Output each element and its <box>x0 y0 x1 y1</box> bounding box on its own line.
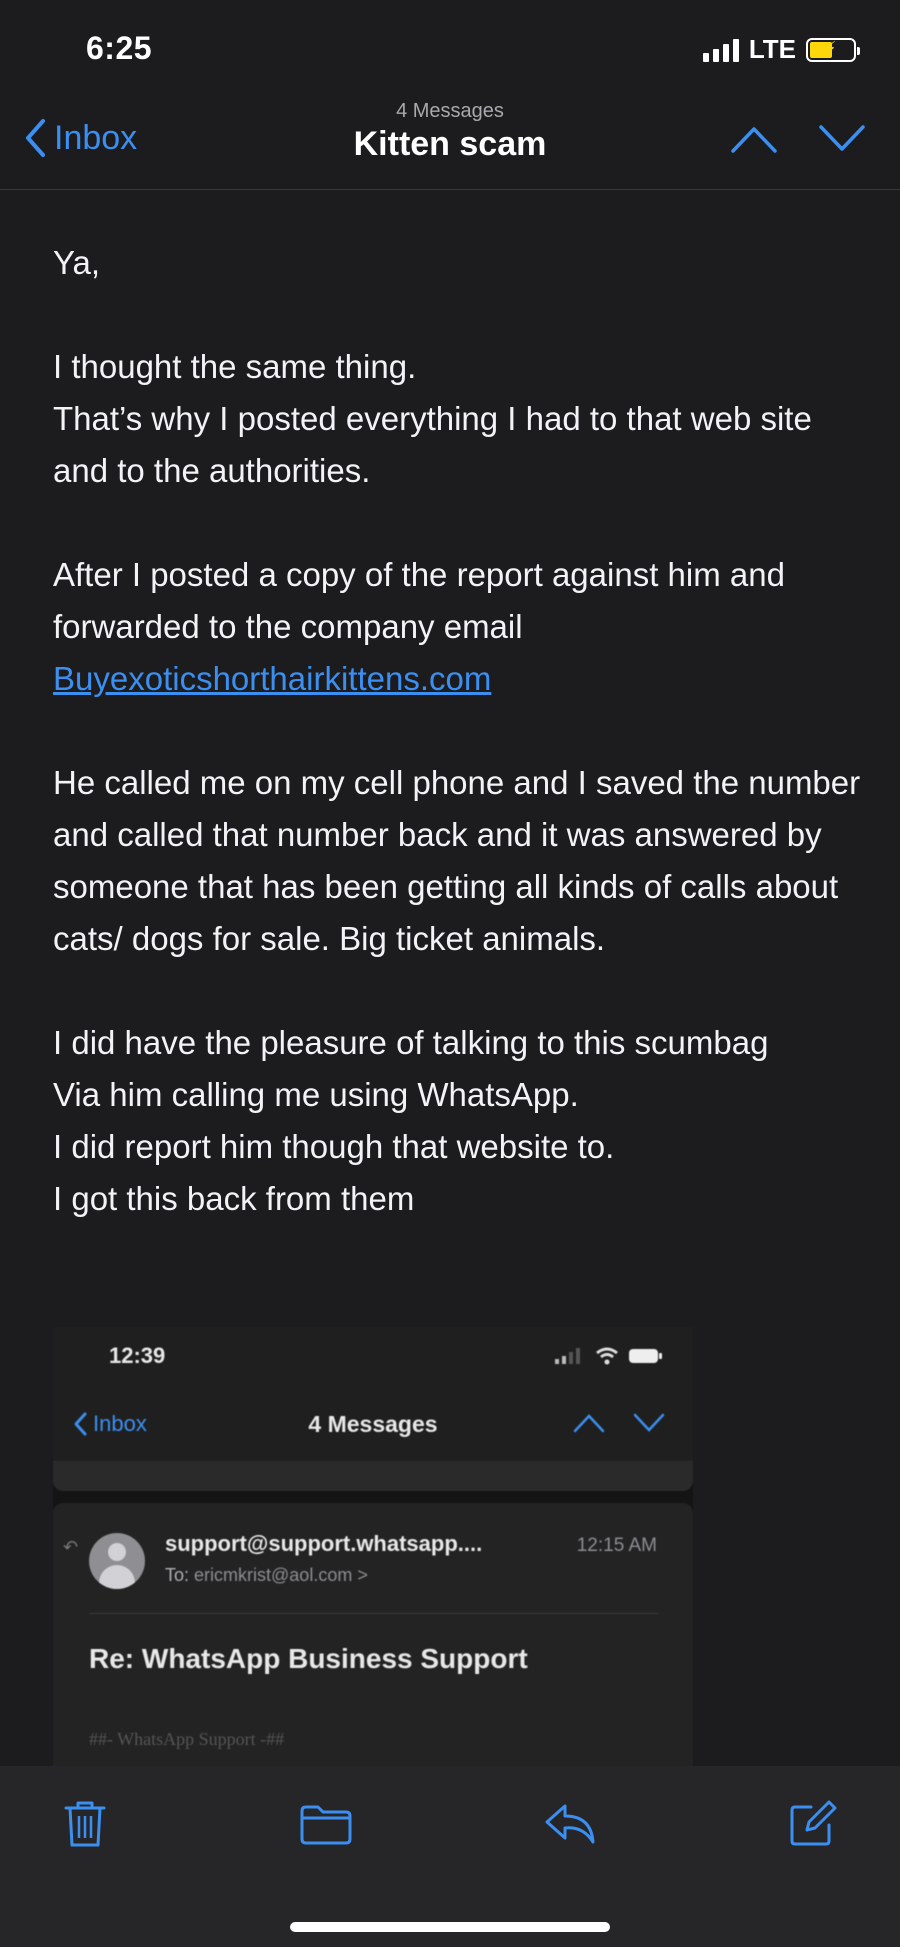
status-time: 6:25 <box>86 30 153 66</box>
previous-message-chevron-up-icon[interactable] <box>730 124 778 154</box>
paragraph-text: After I posted a copy of the report agai… <box>53 556 785 645</box>
embedded-message-card: ↶ support@support.whatsapp.... 12:15 AM … <box>53 1503 693 1766</box>
paragraph-line: That’s why I posted everything I had to … <box>53 400 812 489</box>
paragraph-line: I thought the same thing. <box>53 348 417 385</box>
reply-button[interactable] <box>540 1794 600 1854</box>
timestamp: 12:15 AM <box>576 1535 657 1556</box>
thread-navigation <box>730 124 866 154</box>
greeting: Ya, <box>53 244 101 281</box>
paragraph-line: I got this back from them <box>53 1180 415 1217</box>
embedded-status-bar: 12:39 <box>53 1327 693 1387</box>
divider <box>89 1613 659 1614</box>
message-count: 4 Messages <box>396 100 504 122</box>
embedded-arrows <box>573 1413 665 1433</box>
network-label: LTE <box>748 34 796 64</box>
paragraph: After I posted a copy of the report agai… <box>53 549 863 705</box>
wifi-icon <box>596 1347 618 1365</box>
status-icons: LTE ⚡ <box>702 34 860 65</box>
battery-icon: ⚡ <box>806 37 860 62</box>
compose-button[interactable] <box>782 1794 842 1854</box>
signal-icon <box>555 1348 580 1364</box>
recipient-address: ericmkrist@aol.com > <box>194 1565 368 1585</box>
move-to-folder-button[interactable] <box>296 1794 356 1854</box>
paragraph-line: I did report him though that website to. <box>53 1128 615 1165</box>
paragraph-line: I did have the pleasure of talking to th… <box>53 1024 769 1061</box>
recipient-line: To: ericmkrist@aol.com > <box>165 1565 368 1586</box>
next-message-chevron-down-icon[interactable] <box>818 124 866 154</box>
home-indicator[interactable] <box>290 1922 610 1932</box>
chevron-down-icon <box>633 1413 665 1432</box>
embedded-previous-card <box>53 1461 693 1491</box>
message-text: Ya, I thought the same thing. That’s why… <box>53 237 863 1225</box>
bottom-toolbar <box>0 1766 900 1947</box>
paragraph-line: Via him calling me using WhatsApp. <box>53 1076 579 1113</box>
folder-icon <box>300 1805 352 1845</box>
embedded-nav-bar: Inbox 4 Messages <box>53 1387 693 1461</box>
cellular-signal-icon <box>702 38 739 62</box>
trash-button[interactable] <box>55 1794 115 1854</box>
to-label: To: <box>165 1565 190 1585</box>
embedded-screenshot-image[interactable]: 12:39 Inbox 4 Messages ↶ support@support… <box>53 1327 693 1766</box>
email-footer: ##- WhatsApp Support -## <box>89 1729 285 1749</box>
reply-arrow-icon: ↶ <box>63 1537 79 1557</box>
status-bar: 6:25 LTE ⚡ <box>0 0 900 90</box>
battery-icon <box>629 1349 662 1363</box>
embedded-status-icons <box>555 1347 663 1365</box>
embedded-time: 12:39 <box>109 1343 166 1368</box>
compose-icon <box>790 1800 837 1846</box>
chevron-up-icon <box>573 1414 605 1433</box>
website-link[interactable]: Buyexoticshorthairkittens.com <box>53 660 491 697</box>
message-body: Ya, I thought the same thing. That’s why… <box>0 191 900 1766</box>
trash-icon <box>64 1801 106 1847</box>
avatar <box>89 1533 145 1589</box>
email-subject: Re: WhatsApp Business Support <box>89 1643 528 1674</box>
sender-address: support@support.whatsapp.... <box>165 1531 483 1556</box>
reply-icon <box>545 1804 595 1844</box>
paragraph: He called me on my cell phone and I save… <box>53 764 861 957</box>
nav-bar: Inbox 4 Messages Kitten scam <box>0 90 900 190</box>
